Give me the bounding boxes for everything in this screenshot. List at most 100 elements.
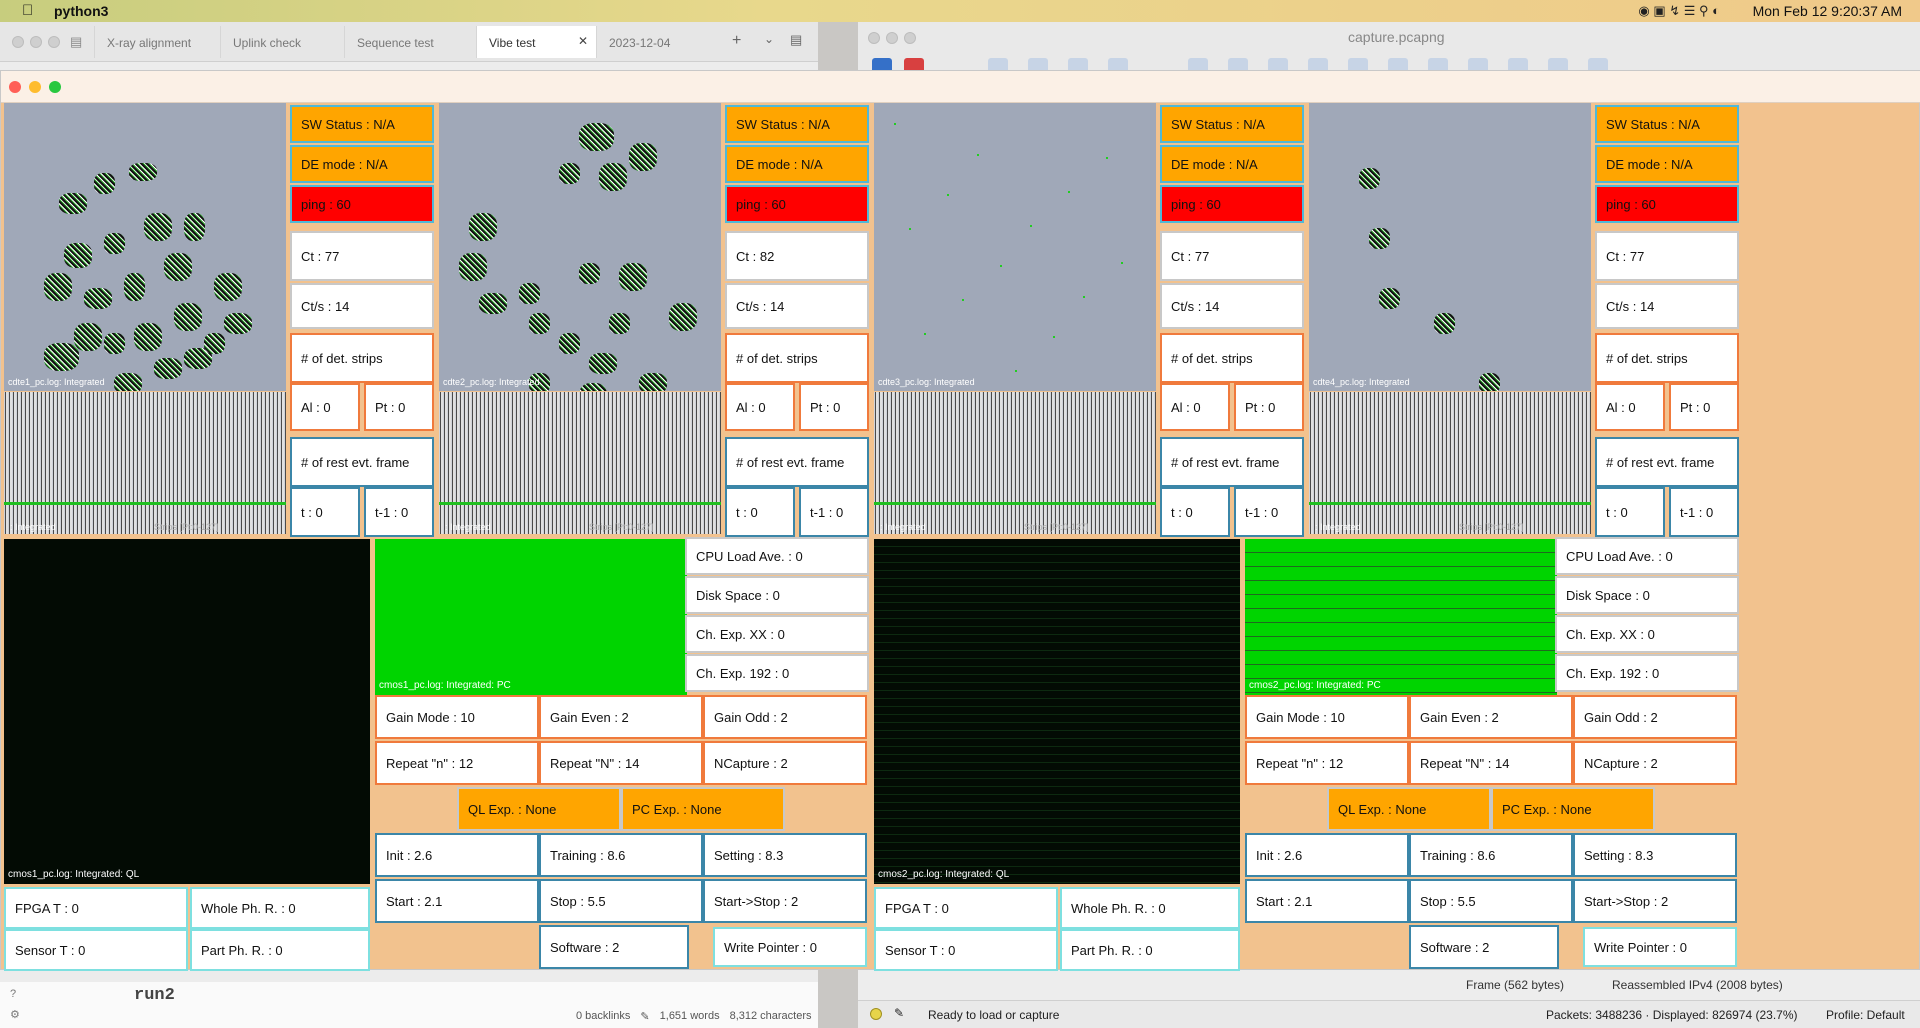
event-dot <box>924 333 926 335</box>
part-ph-r-label: Part Ph. R. : 0 <box>201 942 283 958</box>
reassembled-tab[interactable]: Reassembled IPv4 (2008 bytes) <box>1604 978 1791 992</box>
t-minus-1-value-label: t-1 : 0 <box>1245 504 1279 520</box>
menubar-clock[interactable]: Mon Feb 12 9:20:37 AM <box>1753 3 1902 19</box>
image-caption: cdte4_pc.log: Integrated <box>1313 377 1410 387</box>
event-dot <box>947 194 949 196</box>
whole-ph-r-label: Whole Ph. R. : 0 <box>201 900 296 916</box>
minimize-button[interactable] <box>29 81 41 93</box>
settings-icon[interactable]: ⚙ <box>10 1008 20 1021</box>
spectrum-caption: : Integrated <box>1315 522 1361 532</box>
t-minus-1-value-label: t-1 : 0 <box>1680 504 1714 520</box>
ch-exp-xx: Ch. Exp. XX : 0 <box>1555 615 1739 653</box>
pc-exp[interactable]: PC Exp. : None <box>621 787 785 831</box>
zoom-button[interactable] <box>49 81 61 93</box>
de-mode[interactable]: DE mode : N/A <box>1160 145 1304 183</box>
event-cluster <box>609 313 630 334</box>
whole-ph-r: Whole Ph. R. : 0 <box>1060 887 1240 929</box>
sw-status[interactable]: SW Status : N/A <box>1160 105 1304 143</box>
ch-exp-192-label: Ch. Exp. 192 : 0 <box>696 665 790 681</box>
start-label: Start : 2.1 <box>386 893 443 909</box>
al-count: Al : 0 <box>1595 383 1665 431</box>
ql-exp[interactable]: QL Exp. : None <box>457 787 621 831</box>
al-count: Al : 0 <box>290 383 360 431</box>
code-text[interactable]: run2 <box>134 986 175 1005</box>
sensor-temp: Sensor T : 0 <box>4 929 188 971</box>
close-tab-icon[interactable]: ✕ <box>578 34 588 48</box>
setting: Setting : 8.3 <box>703 833 867 877</box>
app-name[interactable]: python3 <box>54 3 108 19</box>
sidebar-right-icon[interactable]: ▤ <box>790 32 802 48</box>
stop-label: Stop : 5.5 <box>1420 893 1476 909</box>
de-mode[interactable]: DE mode : N/A <box>290 145 434 183</box>
event-dot <box>1121 262 1123 264</box>
minimize-button[interactable] <box>30 36 42 48</box>
profile[interactable]: Profile: Default <box>1826 1008 1905 1022</box>
t-value: t : 0 <box>290 487 360 537</box>
ping[interactable]: ping : 60 <box>725 185 869 223</box>
sidebar-toggle-icon[interactable]: ▤ <box>70 34 82 50</box>
t-minus-1-value-label: t-1 : 0 <box>375 504 409 520</box>
cpu-load: CPU Load Ave. : 0 <box>1555 537 1739 575</box>
event-cluster <box>174 303 202 331</box>
new-tab-icon[interactable]: + <box>732 32 741 50</box>
init: Init : 2.6 <box>375 833 539 877</box>
ping[interactable]: ping : 60 <box>290 185 434 223</box>
frame-tab[interactable]: Frame (562 bytes) <box>1458 978 1572 992</box>
zoom-button[interactable] <box>904 32 916 44</box>
backlinks-count[interactable]: 0 backlinks <box>576 1010 630 1023</box>
ncapture: NCapture : 2 <box>703 741 867 785</box>
sw-status[interactable]: SW Status : N/A <box>290 105 434 143</box>
pt-count: Pt : 0 <box>364 383 434 431</box>
minimize-button[interactable] <box>886 32 898 44</box>
gain-odd-label: Gain Odd : 2 <box>714 709 788 725</box>
cdte2-spectrum: : Integrated Strips [Pt:0-127] <box>439 392 721 534</box>
de-mode-label: DE mode : N/A <box>736 156 823 172</box>
pc-caption: cmos1_pc.log: Integrated: PC <box>379 680 511 691</box>
sw-status[interactable]: SW Status : N/A <box>1595 105 1739 143</box>
sw-status[interactable]: SW Status : N/A <box>725 105 869 143</box>
tab-xray-alignment[interactable]: X-ray alignment <box>94 26 218 58</box>
close-button[interactable] <box>868 32 880 44</box>
de-mode[interactable]: DE mode : N/A <box>725 145 869 183</box>
close-button[interactable] <box>9 81 21 93</box>
tab-vibe-test[interactable]: Vibe test ✕ <box>476 26 596 58</box>
ql-exp[interactable]: QL Exp. : None <box>1327 787 1491 831</box>
de-mode[interactable]: DE mode : N/A <box>1595 145 1739 183</box>
apple-icon[interactable]:  <box>22 2 33 19</box>
tab-uplink-check[interactable]: Uplink check <box>220 26 342 58</box>
pc-exp[interactable]: PC Exp. : None <box>1491 787 1655 831</box>
ping[interactable]: ping : 60 <box>1595 185 1739 223</box>
ql-caption: cmos2_pc.log: Integrated: QL <box>878 869 1010 880</box>
help-icon[interactable]: ? <box>10 988 16 1000</box>
ql-exp-label: QL Exp. : None <box>468 801 557 817</box>
t-minus-1-value-label: t-1 : 0 <box>810 504 844 520</box>
rest-evt-frame: # of rest evt. frame <box>725 437 869 487</box>
t-value-label: t : 0 <box>1606 504 1628 520</box>
event-cluster <box>154 358 182 379</box>
event-cluster <box>529 313 550 334</box>
edit-icon[interactable]: ✎ <box>640 1010 649 1023</box>
tab-sequence-test[interactable]: Sequence test <box>344 26 474 58</box>
strips-caption: Strips [Pt:0-127] <box>1459 522 1524 532</box>
chevron-down-icon[interactable]: ⌄ <box>764 32 774 46</box>
ch-exp-192: Ch. Exp. 192 : 0 <box>1555 654 1739 692</box>
ncapture-label: NCapture : 2 <box>714 755 788 771</box>
edit-comment-icon[interactable]: ✎ <box>894 1006 904 1020</box>
event-cluster <box>164 253 192 281</box>
pt-count: Pt : 0 <box>1669 383 1739 431</box>
al-count: Al : 0 <box>725 383 795 431</box>
status-icons[interactable]: ◉ ▣ ↯ ☰ ⚲ ◐ <box>1638 3 1720 19</box>
training: Training : 8.6 <box>1409 833 1573 877</box>
cmos2-pc-image: cmos2_pc.log: Integrated: PC <box>1245 539 1557 695</box>
zoom-button[interactable] <box>48 36 60 48</box>
tab-2023-12-04[interactable]: 2023-12-04 <box>596 26 722 58</box>
close-button[interactable] <box>12 36 24 48</box>
event-cluster <box>94 173 115 194</box>
expert-info-icon[interactable] <box>870 1008 882 1020</box>
init: Init : 2.6 <box>1245 833 1409 877</box>
det-strips-label: # of det. strips <box>736 350 818 366</box>
ping[interactable]: ping : 60 <box>1160 185 1304 223</box>
fpga-temp-label: FPGA T : 0 <box>15 900 79 916</box>
sw-status-label: SW Status : N/A <box>301 116 395 132</box>
event-dot <box>977 154 979 156</box>
